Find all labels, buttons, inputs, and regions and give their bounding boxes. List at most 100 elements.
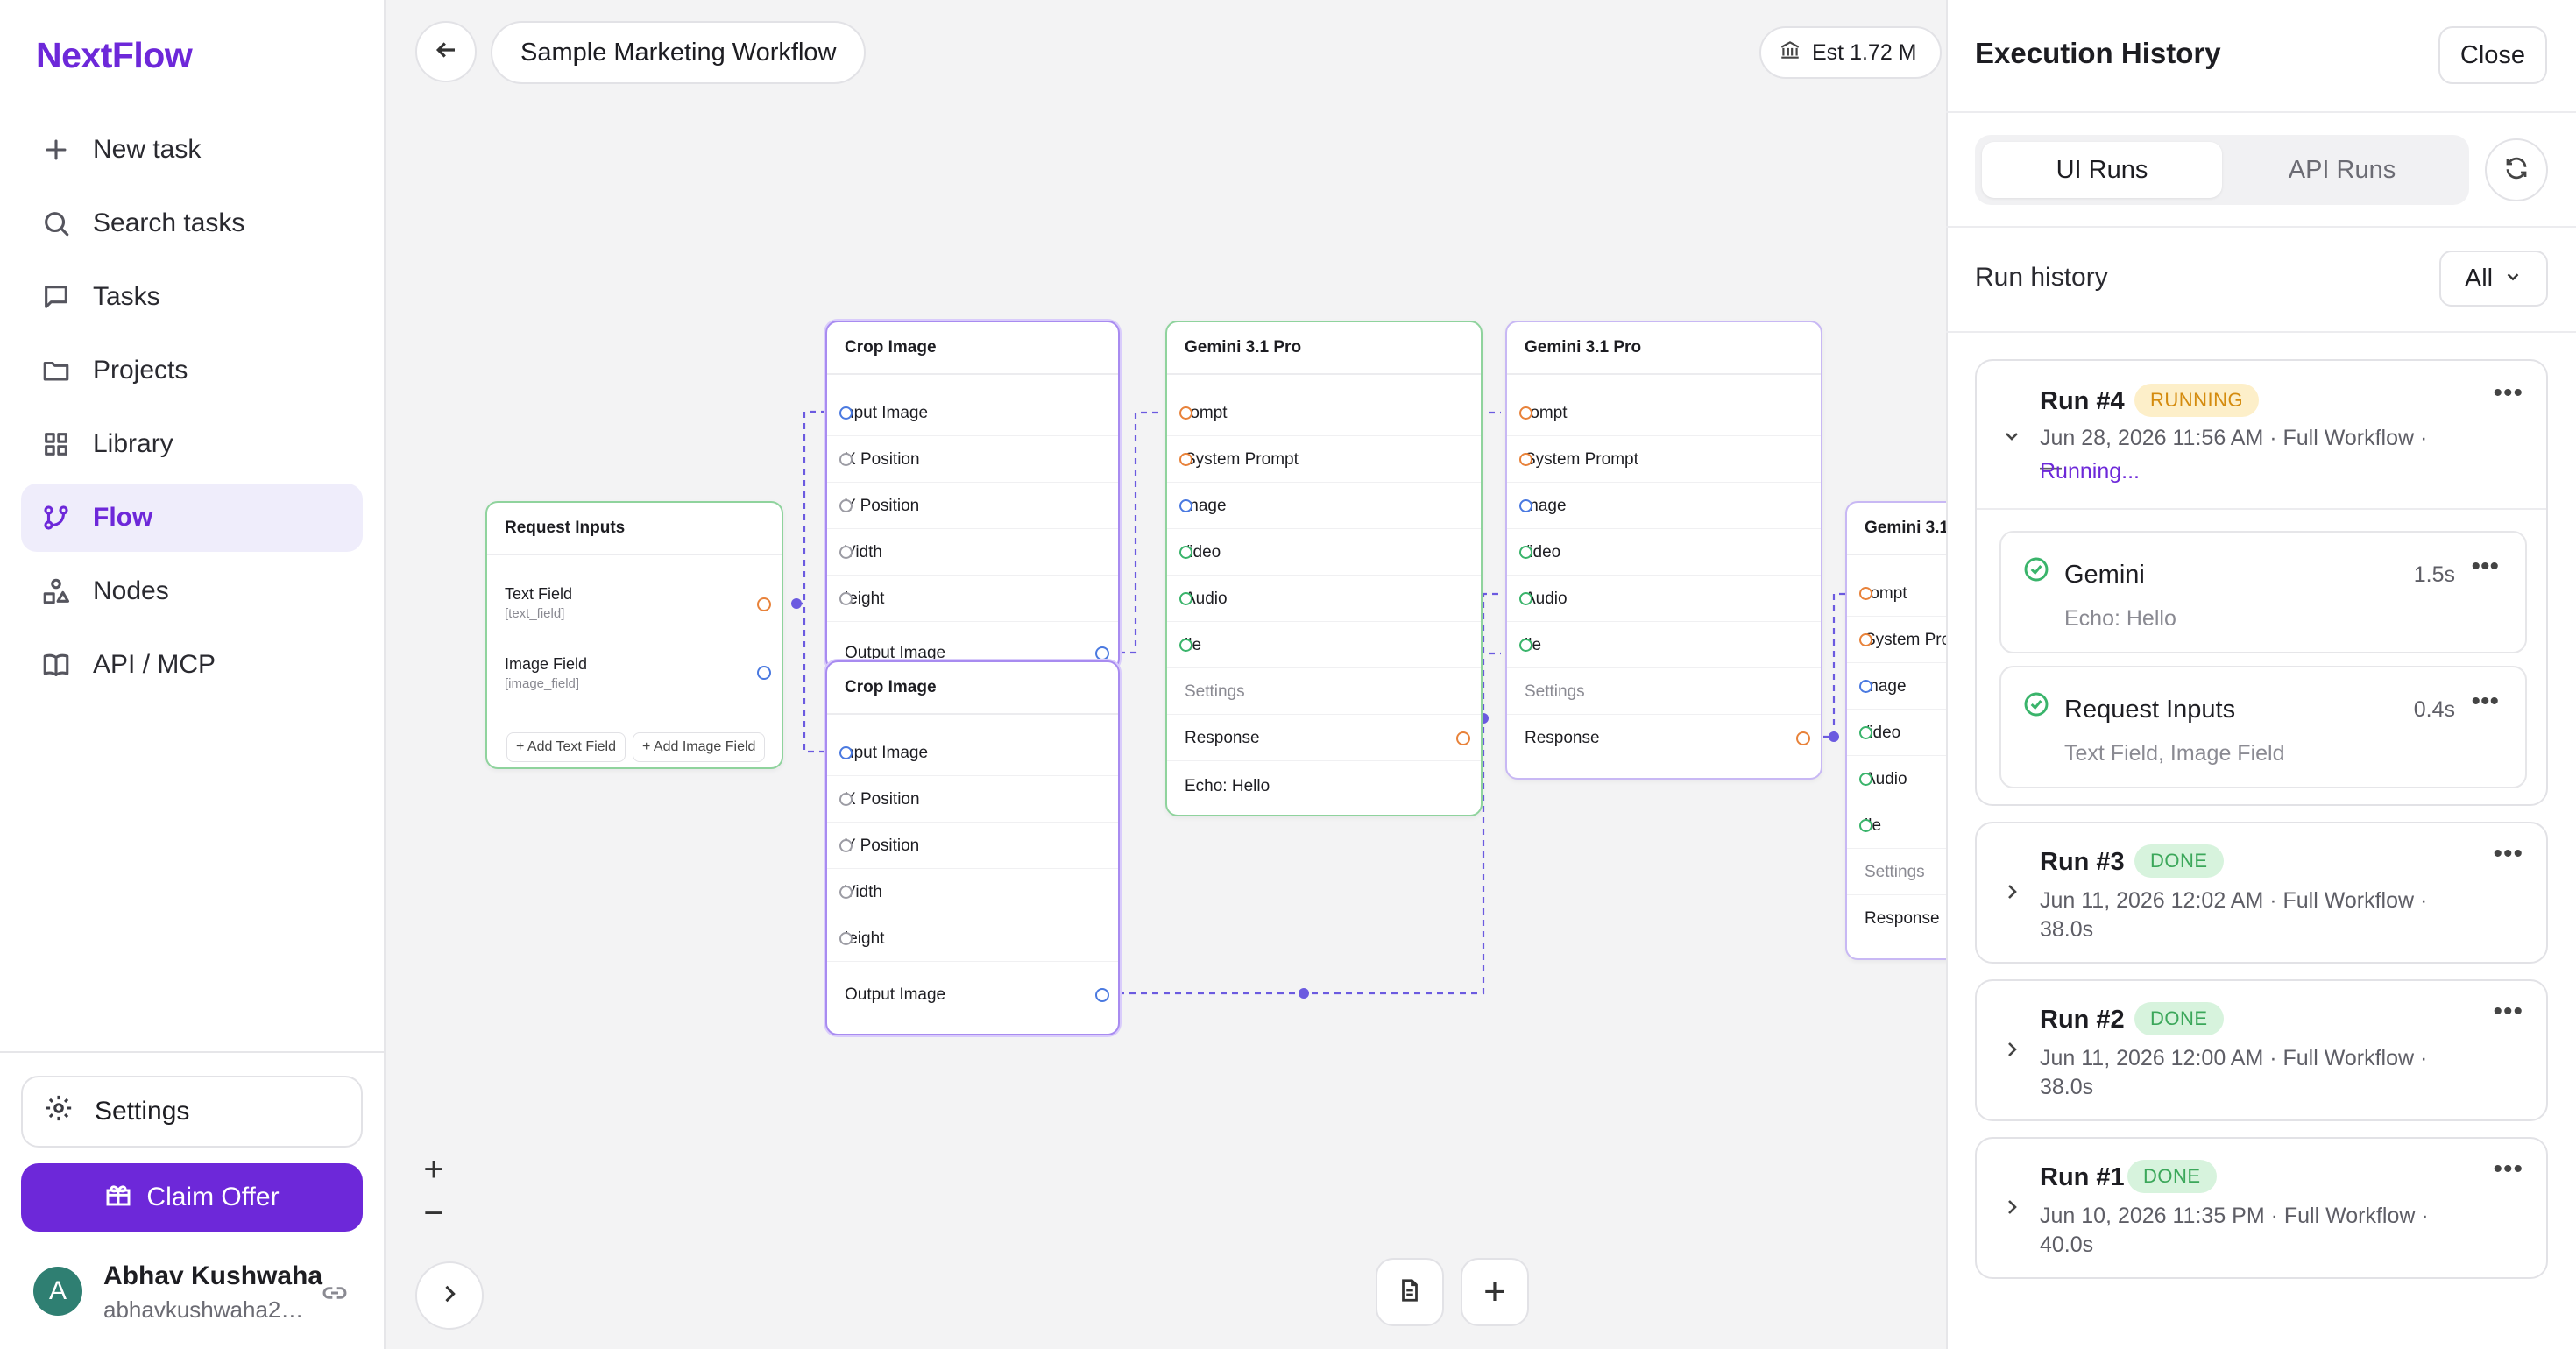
output-port[interactable] — [1456, 731, 1470, 745]
more-options-icon[interactable]: ••• — [2493, 839, 2523, 869]
run-card[interactable]: Run #3 DONE ••• Jun 11, 2026 12:02 AM · … — [1975, 822, 2548, 964]
input-port[interactable] — [839, 746, 853, 759]
avatar[interactable]: A — [33, 1267, 82, 1316]
chevron-right-icon[interactable] — [2001, 1039, 2022, 1060]
input-row[interactable]: rompt — [1167, 391, 1481, 436]
sidebar-item-flow[interactable]: Flow — [21, 484, 363, 552]
input-port[interactable] — [1859, 680, 1872, 693]
run-card[interactable]: Run #2 DONE ••• Jun 11, 2026 12:00 AM · … — [1975, 979, 2548, 1121]
tab-api-runs[interactable]: API Runs — [2222, 142, 2462, 198]
input-port[interactable] — [839, 886, 853, 899]
input-port[interactable] — [1859, 773, 1872, 786]
add-image-field-button[interactable]: + Add Image Field — [633, 732, 766, 762]
brand-logo[interactable]: NextFlow — [36, 35, 193, 76]
input-row[interactable]: rompt — [1507, 391, 1821, 436]
input-row[interactable]: leight — [827, 576, 1118, 622]
more-options-icon[interactable]: ••• — [2471, 687, 2499, 717]
output-port[interactable] — [1796, 731, 1810, 745]
document-button[interactable] — [1376, 1258, 1444, 1326]
input-row[interactable]: Y Position — [827, 823, 1118, 869]
input-port[interactable] — [839, 453, 853, 466]
input-row[interactable]: nput Image — [827, 731, 1118, 776]
step-card[interactable]: Request Inputs 0.4s ••• Text Field, Imag… — [1999, 666, 2527, 788]
input-port[interactable] — [1859, 587, 1872, 600]
tab-ui-runs[interactable]: UI Runs — [1982, 142, 2222, 198]
output-port[interactable] — [757, 597, 771, 611]
run-filter-select[interactable]: All — [2439, 251, 2548, 307]
input-row[interactable]: leight — [827, 916, 1118, 962]
input-port[interactable] — [1519, 406, 1532, 420]
input-port[interactable] — [1179, 499, 1192, 512]
close-button[interactable]: Close — [2438, 26, 2547, 84]
step-card[interactable]: Gemini 1.5s ••• Echo: Hello — [1999, 531, 2527, 653]
input-row[interactable]: System Prompt — [1167, 437, 1481, 483]
settings-row[interactable]: Settings — [1167, 669, 1481, 715]
output-port[interactable] — [1095, 988, 1109, 1002]
node-request-inputs[interactable]: Request Inputs Text Field [text_field] I… — [485, 501, 783, 769]
input-row[interactable]: ile — [1507, 623, 1821, 668]
chevron-down-icon[interactable] — [2001, 426, 2022, 447]
input-port[interactable] — [839, 793, 853, 806]
input-port[interactable] — [839, 406, 853, 420]
node-gemini[interactable]: Gemini 3.1 Pro rompt System Prompt mage … — [1165, 321, 1483, 816]
input-port[interactable] — [839, 592, 853, 605]
input-row[interactable]: nput Image — [827, 391, 1118, 436]
add-text-field-button[interactable]: + Add Text Field — [506, 732, 626, 762]
input-row[interactable]: X Position — [827, 777, 1118, 823]
zoom-in-button[interactable]: + — [412, 1148, 456, 1191]
more-options-icon[interactable]: ••• — [2493, 378, 2523, 408]
claim-offer-button[interactable]: Claim Offer — [21, 1163, 363, 1232]
settings-button[interactable]: Settings — [21, 1076, 363, 1148]
input-row[interactable]: Y Position — [827, 484, 1118, 529]
input-port[interactable] — [1519, 639, 1532, 652]
sidebar-item-new-task[interactable]: New task — [21, 116, 363, 184]
more-options-icon[interactable]: ••• — [2471, 552, 2499, 582]
sidebar-item-tasks[interactable]: Tasks — [21, 263, 363, 331]
chevron-right-icon[interactable] — [2001, 881, 2022, 902]
input-port[interactable] — [839, 932, 853, 945]
input-port[interactable] — [1179, 546, 1192, 559]
input-row[interactable]: X Position — [827, 437, 1118, 483]
sidebar-item-projects[interactable]: Projects — [21, 336, 363, 405]
input-row[interactable]: ile — [1167, 623, 1481, 668]
input-row[interactable]: Audio — [1167, 576, 1481, 622]
sidebar-item-search-tasks[interactable]: Search tasks — [21, 189, 363, 258]
workflow-title[interactable]: Sample Marketing Workflow — [491, 21, 867, 84]
add-node-button[interactable]: + — [1461, 1258, 1529, 1326]
settings-row[interactable]: Settings — [1507, 669, 1821, 715]
output-port[interactable] — [757, 666, 771, 680]
estimate-pill[interactable]: Est 1.72 M — [1759, 26, 1942, 79]
node-crop-image[interactable]: Crop Image nput Image X Position Y Posit… — [825, 660, 1120, 1035]
input-port[interactable] — [1519, 592, 1532, 605]
input-port[interactable] — [1179, 639, 1192, 652]
input-port[interactable] — [1519, 453, 1532, 466]
link-icon[interactable] — [321, 1279, 349, 1307]
input-row[interactable]: mage — [1167, 484, 1481, 529]
back-button[interactable] — [415, 21, 477, 82]
input-row[interactable]: /ideo — [1507, 530, 1821, 576]
input-port[interactable] — [1179, 453, 1192, 466]
input-row[interactable]: Vidth — [827, 870, 1118, 915]
input-port[interactable] — [1859, 633, 1872, 646]
input-row[interactable]: System Prompt — [1507, 437, 1821, 483]
input-port[interactable] — [839, 546, 853, 559]
input-row[interactable]: Audio — [1507, 576, 1821, 622]
input-row[interactable]: mage — [1507, 484, 1821, 529]
input-row[interactable]: /ideo — [1167, 530, 1481, 576]
expand-sidebar-button[interactable] — [415, 1261, 484, 1330]
chevron-right-icon[interactable] — [2001, 1197, 2022, 1218]
sidebar-item-api-mcp[interactable]: API / MCP — [21, 631, 363, 699]
input-port[interactable] — [1179, 592, 1192, 605]
input-port[interactable] — [1859, 726, 1872, 739]
node-crop-image[interactable]: Crop Image nput Image X Position Y Posit… — [825, 321, 1120, 671]
node-gemini[interactable]: Gemini 3.1 Pro rompt System Prompt mage … — [1505, 321, 1822, 780]
run-card[interactable]: Run #4 RUNNING ••• Jun 28, 2026 11:56 AM… — [1975, 359, 2548, 806]
input-port[interactable] — [839, 839, 853, 852]
input-port[interactable] — [1859, 819, 1872, 832]
sidebar-item-library[interactable]: Library — [21, 410, 363, 478]
run-card[interactable]: Run #1 DONE ••• Jun 10, 2026 11:35 PM · … — [1975, 1137, 2548, 1279]
zoom-out-button[interactable]: − — [412, 1191, 456, 1235]
sidebar-item-nodes[interactable]: Nodes — [21, 557, 363, 625]
input-port[interactable] — [1179, 406, 1192, 420]
input-port[interactable] — [1519, 499, 1532, 512]
